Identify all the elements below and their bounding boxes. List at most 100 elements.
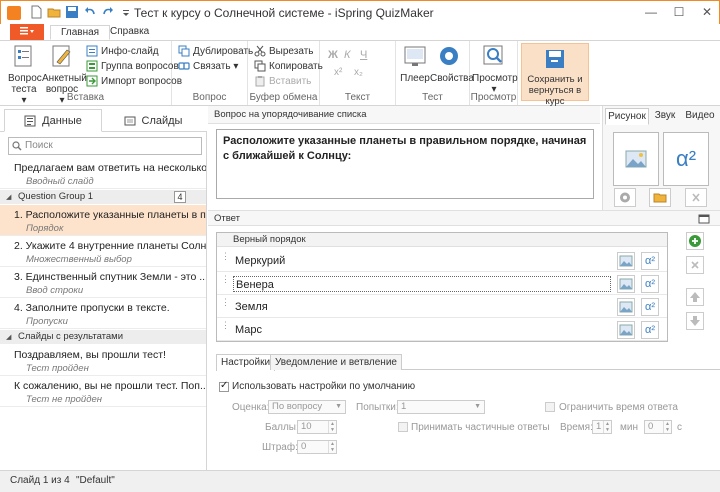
answer-row-2[interactable]: ⋮ Венера α² bbox=[217, 273, 667, 295]
drag-handle-icon[interactable]: ⋮ bbox=[221, 321, 230, 334]
answer-2-formula-button[interactable]: α² bbox=[641, 275, 659, 293]
answer-1-formula-button[interactable]: α² bbox=[641, 252, 659, 270]
drag-handle-icon[interactable]: ⋮ bbox=[221, 298, 230, 311]
group-toggle-icon[interactable]: ◢ bbox=[6, 194, 11, 201]
search-input[interactable]: Поиск bbox=[8, 137, 202, 155]
question-group-button[interactable]: Группа вопросов bbox=[86, 60, 179, 72]
list-item-intro[interactable]: Предлагаем вам ответить на несколько... … bbox=[0, 158, 206, 189]
preview-button[interactable]: Просмотр ▾ bbox=[472, 44, 518, 95]
tab-settings[interactable]: Настройки bbox=[216, 354, 276, 371]
answer-4-picture-button[interactable] bbox=[617, 321, 635, 339]
cut-button[interactable]: Вырезать bbox=[254, 45, 313, 57]
new-file-icon[interactable] bbox=[29, 5, 43, 19]
spinner-arrows-icon[interactable]: ▲ ▼ bbox=[663, 421, 671, 433]
answer-value-4[interactable]: Марс bbox=[233, 322, 611, 338]
result-fail-title: К сожалению, вы не прошли тест. Поп... bbox=[14, 380, 206, 392]
limit-time-checkbox[interactable] bbox=[545, 402, 555, 412]
tab-slides[interactable]: Слайды bbox=[104, 109, 202, 132]
link-button[interactable]: Связать ▾ bbox=[178, 60, 238, 72]
list-item-result-pass[interactable]: Поздравляем, вы прошли тест! Тест пройде… bbox=[0, 345, 206, 376]
maximize-button[interactable]: ☐ bbox=[665, 1, 693, 23]
result-fail-type: Тест не пройден bbox=[26, 394, 102, 405]
spinner-arrows-icon[interactable]: ▲ ▼ bbox=[328, 441, 336, 453]
superscript-button[interactable]: x² bbox=[334, 67, 342, 78]
duplicate-button[interactable]: Дублировать bbox=[178, 45, 253, 57]
save-and-return-button[interactable]: Сохранить и вернуться в курс bbox=[521, 43, 589, 107]
spinner-arrows-icon[interactable]: ▲ ▼ bbox=[328, 421, 336, 433]
add-picture-box[interactable] bbox=[613, 132, 659, 186]
properties-button[interactable]: Свойства bbox=[430, 44, 474, 84]
tab-video[interactable]: Видео bbox=[681, 108, 719, 125]
tab-feedback-branching[interactable]: Уведомление и ветвление bbox=[270, 354, 402, 370]
info-slide-button[interactable]: Инфо-слайд bbox=[86, 45, 159, 57]
tab-data[interactable]: Данные bbox=[4, 109, 102, 132]
settings-tabs: Настройки Уведомление и ветвление bbox=[216, 354, 720, 371]
answer-value-3[interactable]: Земля bbox=[233, 299, 611, 315]
penalty-value: 0 bbox=[301, 441, 307, 452]
customize-toolbar-icon[interactable] bbox=[119, 5, 133, 19]
subscript-button[interactable]: x₂ bbox=[354, 67, 363, 78]
answer-4-formula-button[interactable]: α² bbox=[641, 321, 659, 339]
copy-button[interactable]: Копировать bbox=[254, 60, 323, 72]
open-picture-button[interactable] bbox=[649, 188, 671, 207]
undo-icon[interactable] bbox=[83, 5, 97, 19]
attempts-select[interactable]: 1 ▼ bbox=[397, 400, 485, 414]
drag-handle-icon[interactable]: ⋮ bbox=[221, 275, 230, 288]
add-answer-button[interactable] bbox=[686, 232, 704, 250]
tab-sound[interactable]: Звук bbox=[650, 108, 680, 125]
answer-1-picture-button[interactable] bbox=[617, 252, 635, 270]
spinner-arrows-icon[interactable]: ▲ ▼ bbox=[603, 421, 611, 433]
group-header-results[interactable]: ◢ Слайды с результатами bbox=[0, 330, 206, 344]
time-minutes-stepper[interactable]: 1 ▲ ▼ bbox=[592, 420, 612, 434]
tab-picture[interactable]: Рисунок bbox=[605, 108, 649, 125]
question-text-editor[interactable]: Расположите указанные планеты в правильн… bbox=[216, 129, 594, 199]
survey-label-1: Анкетный bbox=[42, 73, 87, 84]
answer-value-1[interactable]: Меркурий bbox=[233, 253, 611, 269]
list-item-question-4[interactable]: 4. Заполните пропуски в тексте. Пропуски bbox=[0, 298, 206, 329]
answer-row-3[interactable]: ⋮ Земля α² bbox=[217, 296, 667, 318]
group-header-1[interactable]: ◢ Question Group 1 4 bbox=[0, 190, 206, 204]
paste-button[interactable]: Вставить bbox=[254, 75, 311, 87]
left-panel-tabs: Данные Слайды bbox=[0, 106, 207, 132]
minimize-button[interactable]: — bbox=[637, 1, 665, 23]
move-down-button[interactable] bbox=[686, 312, 704, 330]
drag-handle-icon[interactable]: ⋮ bbox=[221, 252, 230, 265]
points-label: Баллы: bbox=[265, 422, 299, 433]
save-icon[interactable] bbox=[65, 5, 79, 19]
list-item-question-2[interactable]: 2. Укажите 4 внутренние планеты Солн... … bbox=[0, 236, 206, 267]
redo-icon[interactable] bbox=[101, 5, 115, 19]
move-up-button[interactable] bbox=[686, 288, 704, 306]
points-stepper[interactable]: 10 ▲ ▼ bbox=[297, 420, 337, 434]
picture-settings-button[interactable] bbox=[614, 188, 636, 207]
list-item-question-3[interactable]: 3. Единственный спутник Земли - это ... … bbox=[0, 267, 206, 298]
answer-value-2[interactable]: Венера bbox=[233, 276, 611, 292]
gear-icon bbox=[440, 47, 458, 65]
open-folder-icon[interactable] bbox=[47, 5, 61, 19]
penalty-stepper[interactable]: 0 ▲ ▼ bbox=[297, 440, 337, 454]
answer-2-picture-button[interactable] bbox=[617, 275, 635, 293]
tab-help[interactable]: Справка bbox=[100, 25, 159, 40]
add-formula-box[interactable]: α² bbox=[663, 132, 709, 186]
import-questions-label: Импорт вопросов bbox=[101, 75, 183, 87]
answer-3-formula-button[interactable]: α² bbox=[641, 298, 659, 316]
italic-button[interactable]: К bbox=[344, 49, 350, 61]
close-button[interactable]: ✕ bbox=[693, 1, 720, 23]
answer-3-picture-button[interactable] bbox=[617, 298, 635, 316]
results-toggle-icon[interactable]: ◢ bbox=[6, 334, 11, 341]
bold-button[interactable]: Ж bbox=[328, 49, 338, 61]
remove-picture-button[interactable] bbox=[685, 188, 707, 207]
player-button[interactable]: Плеер bbox=[400, 44, 430, 84]
answer-row-1[interactable]: ⋮ Меркурий α² bbox=[217, 250, 667, 272]
partial-answers-checkbox[interactable] bbox=[398, 422, 408, 432]
collapse-panel-icon[interactable] bbox=[698, 214, 710, 224]
scoring-select[interactable]: По вопросу ▼ bbox=[268, 400, 346, 414]
import-questions-button[interactable]: Импорт вопросов bbox=[86, 75, 182, 87]
use-default-settings-checkbox[interactable] bbox=[219, 380, 229, 392]
answer-row-4[interactable]: ⋮ Марс α² bbox=[217, 319, 667, 341]
list-item-result-fail[interactable]: К сожалению, вы не прошли тест. Поп... Т… bbox=[0, 376, 206, 407]
delete-answer-button[interactable] bbox=[686, 256, 704, 274]
underline-button[interactable]: Ч bbox=[360, 49, 367, 61]
list-item-question-1[interactable]: 1. Расположите указанные планеты в п... … bbox=[0, 205, 206, 236]
file-menu-button[interactable] bbox=[10, 24, 44, 40]
time-seconds-stepper[interactable]: 0 ▲ ▼ bbox=[644, 420, 672, 434]
